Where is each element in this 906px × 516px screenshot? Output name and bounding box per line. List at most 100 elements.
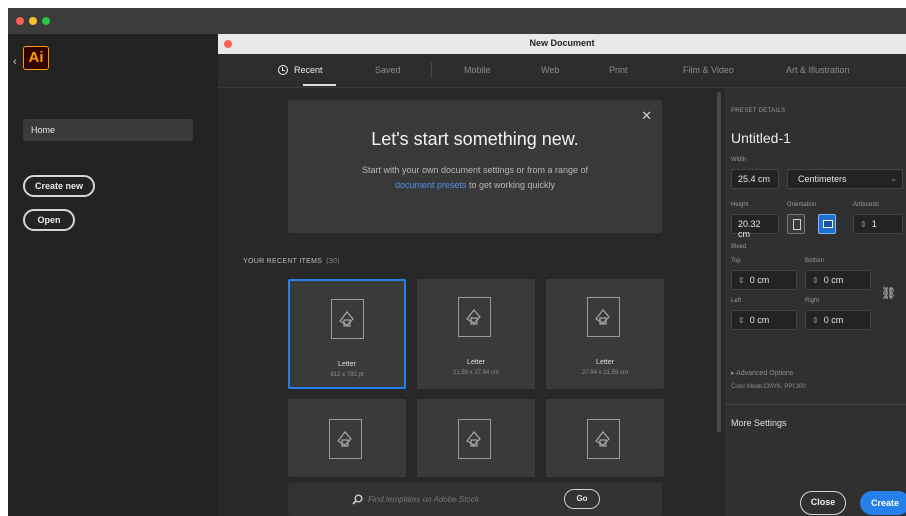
bleed-top-field[interactable]: ⇕ 0 cm	[731, 270, 797, 290]
close-button[interactable]: Close	[800, 491, 846, 515]
stock-search-bar[interactable]: Find templates on Adobe Stock Go	[288, 483, 662, 516]
document-icon	[466, 431, 481, 447]
bleed-bottom-value: 0 cm	[823, 275, 844, 285]
recent-item[interactable]	[417, 399, 535, 477]
welcome-body: Start with your own document settings or…	[358, 163, 592, 193]
orientation-label: Orientation	[787, 202, 817, 208]
artboards-label: Artboards	[853, 202, 880, 208]
sidebar-item-home[interactable]: Home	[23, 119, 193, 141]
document-thumbnail	[587, 297, 620, 337]
recent-item[interactable]	[288, 399, 406, 477]
document-thumbnail	[458, 297, 491, 337]
recent-items-label: YOUR RECENT ITEMS	[243, 258, 323, 265]
active-tab-indicator	[303, 84, 336, 86]
document-icon	[466, 309, 481, 325]
artboards-value: 1	[871, 219, 877, 229]
welcome-card: ✕ Let's start something new. Start with …	[288, 100, 662, 233]
bleed-left-field[interactable]: ⇕ 0 cm	[731, 310, 797, 330]
stepper-icon[interactable]: ⇕	[738, 276, 745, 285]
document-icon	[595, 431, 610, 447]
bleed-top-value: 0 cm	[749, 275, 770, 285]
bleed-right-field[interactable]: ⇕ 0 cm	[805, 310, 871, 330]
document-icon	[337, 431, 352, 447]
advanced-options-label: Advanced Options	[736, 370, 794, 377]
divider	[725, 404, 906, 405]
bleed-left-value: 0 cm	[749, 315, 770, 325]
advanced-options-toggle[interactable]: ▸ Advanced Options	[731, 369, 793, 377]
recent-items-heading: YOUR RECENT ITEMS (30)	[243, 258, 340, 265]
create-new-button[interactable]: Create new	[23, 175, 95, 197]
more-settings-link[interactable]: More Settings	[731, 418, 787, 428]
tab-recent[interactable]: Recent	[278, 65, 323, 75]
go-button[interactable]: Go	[564, 489, 600, 509]
dialog-titlebar: New Document	[218, 34, 906, 54]
welcome-body-text: Start with your own document settings or…	[361, 165, 589, 175]
preset-details-heading: PRESET DETAILS	[731, 108, 786, 114]
dialog-title: New Document	[529, 38, 595, 48]
stepper-icon[interactable]: ⇕	[812, 276, 819, 285]
width-label: Width	[731, 157, 747, 163]
landscape-icon	[823, 220, 833, 228]
document-thumbnail	[458, 419, 491, 459]
recent-item[interactable]: Letter 27.94 x 21.59 cm	[546, 279, 664, 389]
document-thumbnail	[331, 299, 364, 339]
bleed-right-label: Right	[805, 298, 820, 304]
screen: ‹ Ai Home Create new Open New Document R…	[8, 8, 906, 516]
artboards-field[interactable]: ⇕ 1	[853, 214, 903, 234]
tab-art-illustration[interactable]: Art & Illustration	[786, 65, 850, 75]
search-input[interactable]: Find templates on Adobe Stock	[368, 495, 479, 504]
document-presets-link[interactable]: document presets	[395, 180, 467, 190]
units-value: Centimeters	[798, 174, 847, 184]
color-mode-summary: Color Mode:CMYK, PPI:300	[731, 384, 806, 390]
height-field[interactable]: 20.32 cm	[731, 214, 779, 239]
portrait-icon	[793, 219, 801, 230]
tab-film-video[interactable]: Film & Video	[683, 65, 734, 75]
link-icon[interactable]: ⛓	[881, 286, 896, 300]
tab-divider	[431, 62, 432, 78]
zoom-window-icon[interactable]	[42, 17, 50, 25]
tab-print[interactable]: Print	[609, 65, 628, 75]
units-dropdown[interactable]: Centimeters ⌄	[787, 169, 903, 189]
open-button[interactable]: Open	[23, 209, 75, 231]
height-label: Height	[731, 202, 749, 208]
tab-web[interactable]: Web	[541, 65, 559, 75]
app-logo: Ai	[23, 46, 49, 70]
stepper-icon[interactable]: ⇕	[738, 316, 745, 325]
welcome-body-text-end: to get working quickly	[466, 180, 556, 190]
bleed-label: Bleed	[731, 244, 747, 250]
portrait-orientation-button[interactable]	[787, 214, 805, 234]
document-name-field[interactable]: Untitled-1	[731, 130, 791, 146]
width-field[interactable]: 25.4 cm	[731, 169, 779, 189]
recent-item[interactable]: Letter 612 x 792 pt	[288, 279, 406, 389]
recent-item[interactable]: Letter 21.59 x 27.94 cm	[417, 279, 535, 389]
tab-mobile[interactable]: Mobile	[464, 65, 491, 75]
close-icon[interactable]: ✕	[641, 108, 652, 124]
recent-item-dimensions: 21.59 x 27.94 cm	[452, 370, 500, 376]
new-document-dialog: New Document Recent Saved Mobile Web Pri…	[218, 34, 906, 516]
bleed-bottom-label: Bottom	[805, 258, 825, 264]
stepper-icon[interactable]: ⇕	[812, 316, 819, 325]
close-window-icon[interactable]	[16, 17, 24, 25]
chevron-left-icon[interactable]: ‹	[13, 56, 17, 68]
recent-items-count: (30)	[326, 258, 340, 265]
bleed-bottom-field[interactable]: ⇕ 0 cm	[805, 270, 871, 290]
scrollbar[interactable]	[717, 92, 721, 432]
document-thumbnail	[329, 419, 362, 459]
tab-recent-label: Recent	[294, 65, 323, 75]
recent-item-dimensions: 27.94 x 21.59 cm	[581, 370, 629, 376]
recent-item-name: Letter	[596, 359, 614, 366]
minimize-window-icon[interactable]	[29, 17, 37, 25]
search-icon	[352, 494, 363, 505]
document-icon	[595, 309, 610, 325]
landscape-orientation-button[interactable]	[818, 214, 836, 234]
tab-saved[interactable]: Saved	[375, 65, 401, 75]
recent-item-name: Letter	[467, 359, 485, 366]
create-button[interactable]: Create	[860, 491, 906, 515]
clock-icon	[278, 65, 288, 75]
document-thumbnail	[587, 419, 620, 459]
stepper-icon[interactable]: ⇕	[860, 220, 867, 229]
recent-item[interactable]	[546, 399, 664, 477]
home-sidebar: ‹ Ai Home Create new Open	[8, 34, 218, 516]
bleed-top-label: Top	[731, 258, 741, 264]
bleed-right-value: 0 cm	[823, 315, 844, 325]
